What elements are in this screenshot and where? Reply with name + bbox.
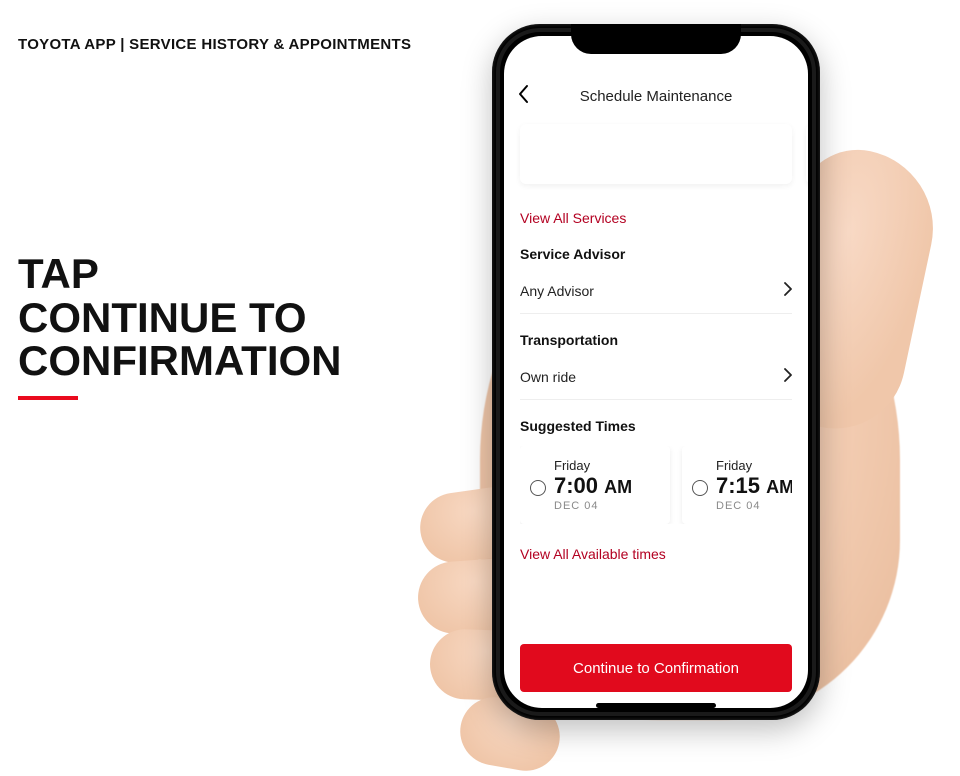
home-indicator[interactable] xyxy=(596,703,716,708)
page-header: TOYOTA APP | SERVICE HISTORY & APPOINTME… xyxy=(18,36,411,53)
section-title-transportation: Transportation xyxy=(520,332,792,348)
headline-line-3: CONFIRMATION xyxy=(18,339,342,383)
headline-line-1: TAP xyxy=(18,252,342,296)
chevron-right-icon xyxy=(784,368,792,385)
time-day: Friday xyxy=(554,458,632,473)
continue-to-confirmation-button[interactable]: Continue to Confirmation xyxy=(520,644,792,692)
time-option-2[interactable]: Friday 7:15 AM DEC 04 xyxy=(682,446,792,524)
time-hour: 7:00 AM xyxy=(554,473,632,498)
chevron-right-icon xyxy=(784,282,792,299)
advisor-selector[interactable]: Any Advisor xyxy=(520,268,792,314)
phone-notch xyxy=(571,24,741,54)
section-title-advisor: Service Advisor xyxy=(520,246,792,262)
transportation-selector[interactable]: Own ride xyxy=(520,354,792,400)
phone-frame: Schedule Maintenance View All Services S… xyxy=(492,24,820,720)
app-header: Schedule Maintenance xyxy=(504,72,808,120)
phone-screen: Schedule Maintenance View All Services S… xyxy=(504,36,808,708)
time-option-1[interactable]: Friday 7:00 AM DEC 04 xyxy=(520,446,670,524)
page-title: Schedule Maintenance xyxy=(518,88,794,105)
time-date: DEC 04 xyxy=(716,500,792,512)
promo-headline: TAP CONTINUE TO CONFIRMATION xyxy=(18,252,342,383)
headline-line-2: CONTINUE TO xyxy=(18,296,342,340)
advisor-value: Any Advisor xyxy=(520,283,594,299)
transportation-value: Own ride xyxy=(520,369,576,385)
service-card-placeholder-next[interactable] xyxy=(806,124,808,184)
time-date: DEC 04 xyxy=(554,500,632,512)
section-title-suggested-times: Suggested Times xyxy=(520,418,792,434)
radio-icon xyxy=(692,480,708,496)
suggested-times-row: Friday 7:00 AM DEC 04 Friday xyxy=(520,446,792,524)
radio-icon xyxy=(530,480,546,496)
cta-wrap: Continue to Confirmation xyxy=(504,628,808,708)
service-card-placeholder[interactable] xyxy=(520,124,792,184)
time-day: Friday xyxy=(716,458,792,473)
time-hour: 7:15 AM xyxy=(716,473,792,498)
headline-underline xyxy=(18,396,78,400)
view-all-times-link[interactable]: View All Available times xyxy=(520,546,792,562)
view-all-services-link[interactable]: View All Services xyxy=(520,210,792,226)
